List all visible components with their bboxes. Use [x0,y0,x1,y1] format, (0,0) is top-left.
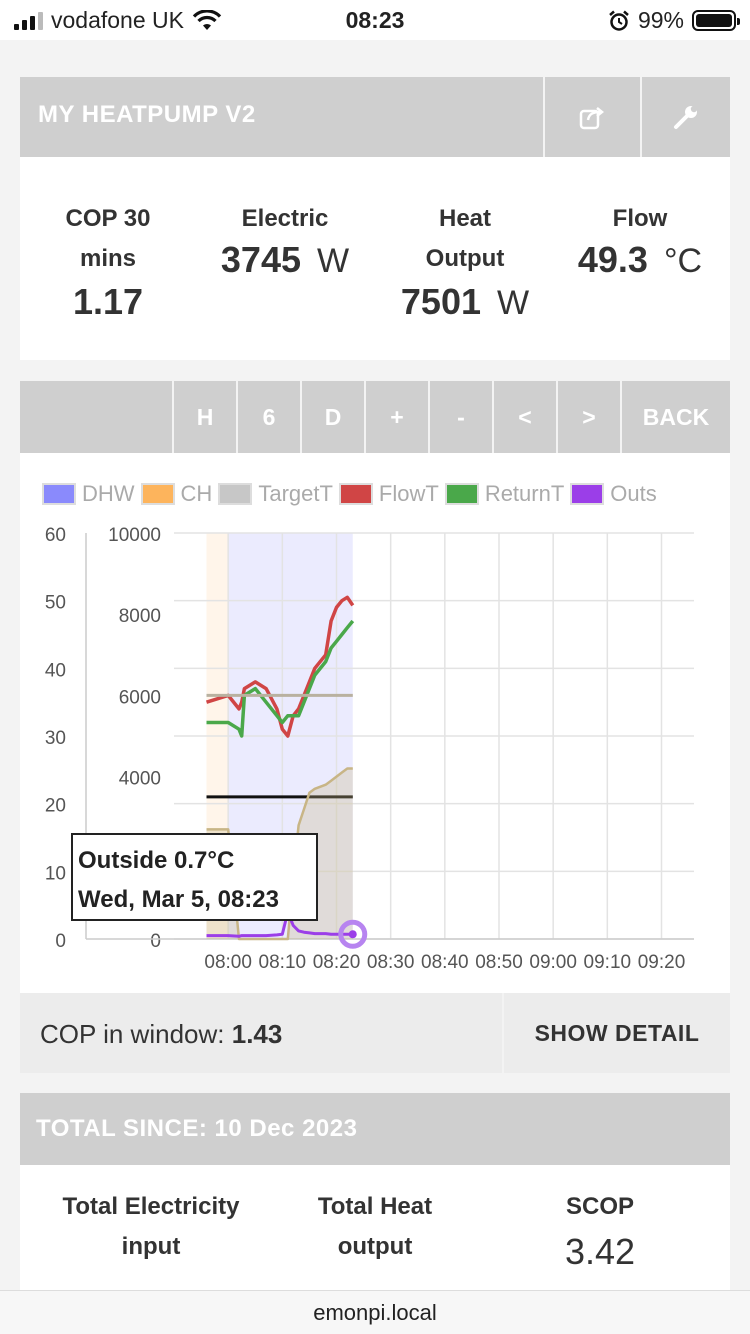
live-stats-panel: COP 30 mins 1.17 Electric 3745 W Heat Out… [20,157,730,360]
share-button[interactable] [543,77,638,157]
electric-stat: Electric 3745 W [200,199,370,281]
totals-header: TOTAL SINCE: 10 Dec 2023 [20,1093,730,1165]
x-tick: 09:10 [584,952,632,973]
scop-label: SCOP [565,1193,634,1220]
tooltip-line-2: Wed, Mar 5, 08:23 [78,886,279,913]
cop-window-value: 1.43 [231,1019,283,1049]
y-left-tick: 30 [45,728,66,749]
status-bar: vodafone UK 08:23 99% [0,0,750,40]
share-icon [579,107,604,130]
flow-unit: °C [663,242,703,280]
scop-stat: SCOP 3.42 [520,1187,680,1273]
y-left-tick: 40 [45,660,66,681]
x-tick: 08:10 [259,952,307,973]
x-tick: 08:00 [204,952,252,973]
pan-left-button[interactable]: < [492,381,556,453]
x-tick: 09:20 [638,952,686,973]
nav-6h-button[interactable]: 6 [236,381,300,453]
wrench-icon [674,105,698,129]
total-electricity-stat: Total Electricity input [38,1187,264,1267]
battery-percent: 99% [637,7,684,33]
electric-value: 3745 [220,239,301,280]
back-button[interactable]: BACK [620,381,730,453]
x-tick: 08:20 [313,952,361,973]
flow-stat: Flow 49.3 °C [560,199,720,281]
nav-day-button[interactable]: D [300,381,364,453]
tooltip-line-1: Outside 0.7°C [78,847,234,874]
flow-value: 49.3 [577,239,648,280]
chart-panel: DHW CH TargetT FlowT ReturnT Outs 60 50 40 30 20 1… [20,453,730,993]
nav-hour-button[interactable]: H [172,381,236,453]
y-left-tick: 20 [45,796,66,817]
zoom-out-button[interactable]: - [428,381,492,453]
cop-stat: COP 30 mins 1.17 [38,199,178,323]
app-title: MY HEATPUMP V2 [38,101,256,128]
y-left-tick: 60 [45,525,66,546]
total-heat-stat: Total Heat output [290,1187,460,1267]
chart-svg[interactable]: 60 50 40 30 20 10 0 10000 8000 6000 4000 0 08:00 08:1… [20,453,730,993]
status-right: 99% [608,7,740,34]
y-left-tick: 50 [45,593,66,614]
heat-output-value: 7501 [400,281,481,322]
y-right-tick: 10000 [108,525,161,546]
zoom-in-button[interactable]: + [364,381,428,453]
electric-label: Electric [241,205,329,232]
heat-output-unit: W [497,284,530,322]
cop-value: 1.17 [72,281,144,322]
y-right-tick: 0 [150,931,161,952]
y-left-tick: 0 [55,931,66,952]
electric-unit: W [317,242,350,280]
cop-window-label: COP in window: [40,1019,225,1049]
settings-button[interactable] [640,77,730,157]
battery-icon [692,10,740,31]
app-header: MY HEATPUMP V2 [20,77,730,157]
x-tick: 08:40 [421,952,469,973]
cop-window-bar: COP in window: 1.43 SHOW DETAIL [20,993,730,1073]
totals-panel: Total Electricity input Total Heat outpu… [20,1165,730,1295]
total-electricity-label: Total Electricity input [62,1193,240,1260]
hover-point [348,930,357,939]
x-tick: 08:30 [367,952,415,973]
y-right-tick: 6000 [119,687,161,708]
totals-title: TOTAL SINCE: 10 Dec 2023 [36,1115,358,1142]
scop-value: 3.42 [564,1231,636,1272]
x-tick: 09:00 [529,952,577,973]
cop-label: COP 30 mins [65,205,151,272]
heat-output-stat: Heat Output 7501 W [380,199,550,323]
y-left-tick: 10 [45,863,66,884]
x-tick: 08:50 [475,952,523,973]
cop-window-text: COP in window: 1.43 [40,1019,282,1050]
alarm-icon [609,10,629,31]
y-right-tick: 8000 [119,606,161,627]
heat-output-label: Heat Output [425,205,505,272]
y-right-tick: 4000 [119,769,161,790]
browser-url-bar[interactable]: emonpi.local [0,1290,750,1334]
pan-right-button[interactable]: > [556,381,620,453]
graph-nav-bar: H 6 D + - < > BACK [20,381,730,453]
flow-label: Flow [612,205,668,232]
show-detail-button[interactable]: SHOW DETAIL [502,993,730,1073]
total-heat-label: Total Heat output [317,1193,433,1260]
